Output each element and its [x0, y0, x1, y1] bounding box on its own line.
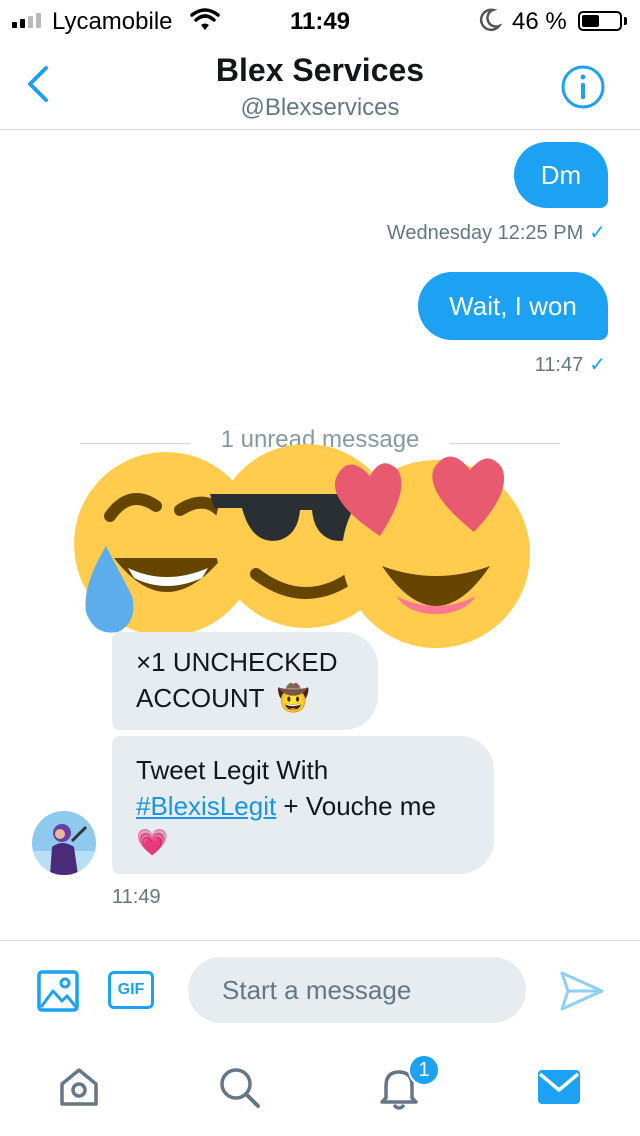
message-text-line: ACCOUNT 🤠: [136, 680, 378, 716]
conversation-title[interactable]: Blex Services: [0, 52, 640, 89]
message-timestamp: 11:47 ✓: [400, 352, 606, 377]
image-icon[interactable]: [36, 969, 80, 1013]
message-composer: GIF: [0, 940, 640, 1040]
received-emoji-message[interactable]: [70, 436, 540, 651]
tab-bar: 1: [0, 1040, 640, 1136]
message-text-line: ×1 UNCHECKED: [136, 647, 338, 677]
conversation-handle: @Blexservices: [240, 94, 400, 121]
message-input[interactable]: [188, 957, 526, 1023]
status-bar: Lycamobile 11:49 46 %: [0, 0, 640, 40]
message-text: + Vouche me: [276, 791, 436, 821]
search-icon[interactable]: [214, 1062, 264, 1112]
notification-count-badge: 1: [408, 1054, 440, 1086]
battery-icon: [578, 11, 622, 31]
cowboy-face-emoji: 🤠: [277, 683, 310, 713]
conversation-header: Blex Services @Blexservices: [0, 40, 640, 130]
timestamp-text: 11:47: [534, 354, 584, 376]
message-text-line: #BlexisLegit + Vouche me: [136, 788, 494, 824]
growing-heart-emoji: 💗: [136, 827, 169, 857]
read-check-icon: ✓: [589, 222, 606, 244]
avatar-image: [32, 811, 96, 875]
read-check-icon: ✓: [589, 354, 606, 376]
battery-percentage: 46 %: [512, 8, 567, 35]
message-text: Wait, I won: [449, 291, 577, 321]
message-text-line: Tweet Legit With: [136, 755, 329, 785]
timestamp-text: Wednesday 12:25 PM: [386, 222, 584, 244]
battery-cap: [624, 17, 627, 25]
gif-button[interactable]: GIF: [108, 971, 154, 1009]
messages-envelope-icon[interactable]: [534, 1062, 584, 1112]
sender-avatar[interactable]: [32, 811, 96, 875]
home-icon[interactable]: [54, 1062, 104, 1112]
smiling-face-with-heart-eyes-icon: [334, 456, 530, 648]
send-icon[interactable]: [558, 969, 606, 1013]
message-timestamp: Wednesday 12:25 PM ✓: [300, 220, 606, 245]
message-text: Dm: [540, 160, 582, 190]
battery-fill: [582, 15, 599, 27]
info-icon[interactable]: [560, 64, 606, 110]
message-text: ACCOUNT: [136, 683, 265, 713]
received-timestamp: 11:49: [112, 886, 161, 908]
hashtag-link[interactable]: #BlexisLegit: [136, 791, 276, 821]
do-not-disturb-moon-icon: [479, 8, 502, 32]
received-message-bubble[interactable]: Tweet Legit With #BlexisLegit + Vouche m…: [112, 736, 494, 874]
received-message-bubble[interactable]: ×1 UNCHECKED ACCOUNT 🤠: [112, 632, 378, 730]
sent-message-bubble[interactable]: Dm: [514, 142, 608, 208]
sent-message-bubble[interactable]: Wait, I won: [418, 272, 608, 340]
